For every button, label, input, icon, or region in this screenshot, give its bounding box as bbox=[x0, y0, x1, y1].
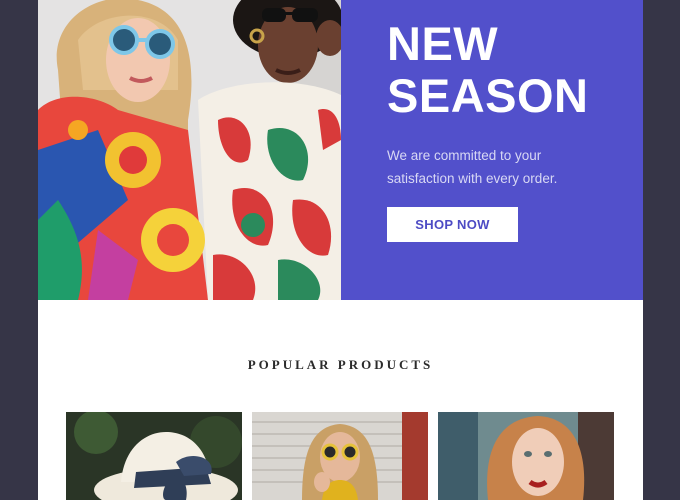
email-container: NEW SEASON We are committed to your sati… bbox=[38, 0, 643, 500]
portrait-product-image bbox=[438, 412, 614, 500]
hero-image-illustration bbox=[38, 0, 341, 300]
hero-title-line1: NEW bbox=[387, 17, 499, 70]
shop-now-button[interactable]: SHOP NOW bbox=[387, 207, 518, 242]
product-card-hat[interactable] bbox=[66, 412, 242, 500]
product-grid bbox=[66, 412, 616, 500]
hero-description: We are committed to your satisfaction wi… bbox=[387, 148, 558, 186]
hero-image bbox=[38, 0, 341, 300]
hero-panel: NEW SEASON We are committed to your sati… bbox=[341, 0, 643, 300]
product-card-sunglasses[interactable] bbox=[252, 412, 428, 500]
popular-products-title: POPULAR PRODUCTS bbox=[247, 357, 434, 372]
hero-banner: NEW SEASON We are committed to your sati… bbox=[38, 0, 643, 300]
hero-title: NEW SEASON bbox=[387, 18, 589, 122]
sunglasses-product-image bbox=[252, 412, 428, 500]
hat-product-image bbox=[66, 412, 242, 500]
hero-title-line2: SEASON bbox=[387, 69, 589, 122]
product-card-portrait[interactable] bbox=[438, 412, 614, 500]
